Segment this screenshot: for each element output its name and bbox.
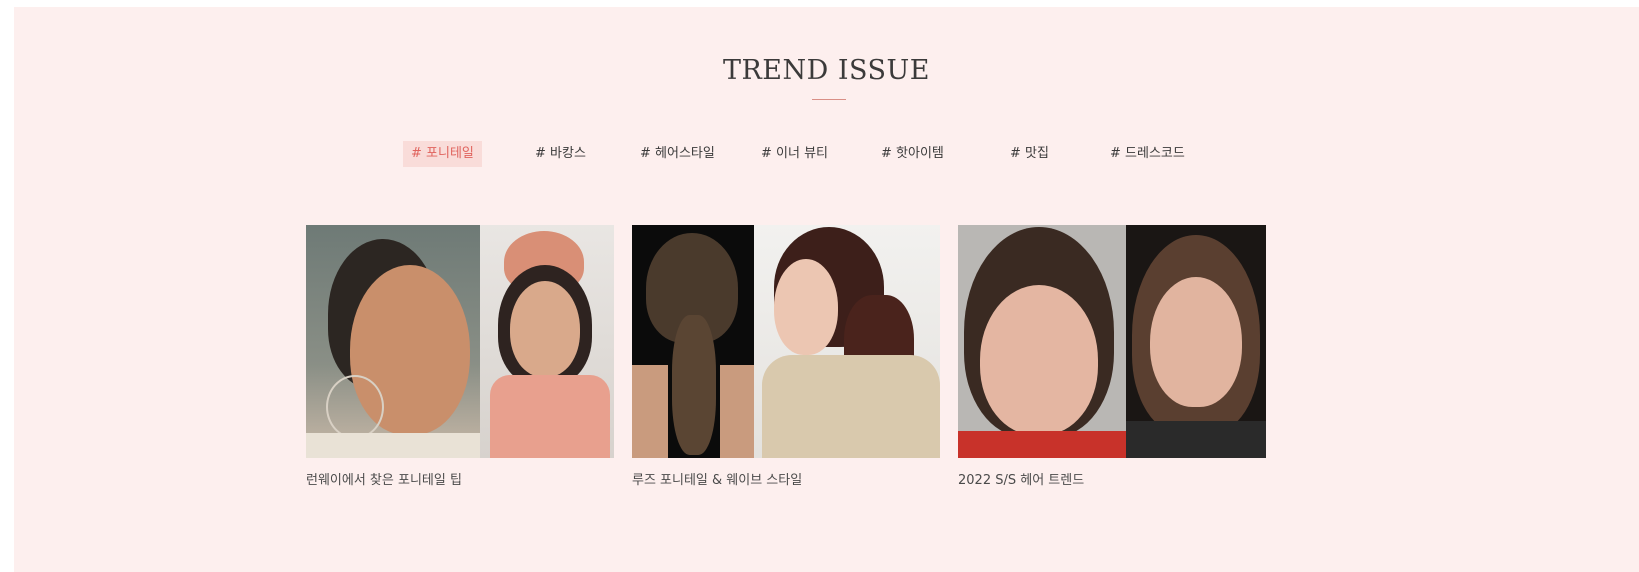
card-image[interactable] — [632, 225, 940, 458]
tab-dress-code[interactable]: # 드레스코드 — [1110, 141, 1185, 167]
ponytail-back-photo — [632, 225, 754, 458]
trend-card[interactable]: 런웨이에서 찾은 포니테일 팁 — [306, 225, 614, 488]
tab-hot-item[interactable]: # 핫아이템 — [881, 141, 944, 167]
wave-style-photo — [754, 225, 940, 458]
trend-card[interactable]: 루즈 포니테일 & 웨이브 스타일 — [632, 225, 940, 488]
card-caption[interactable]: 2022 S/S 헤어 트렌드 — [958, 469, 1266, 488]
title-underline — [812, 99, 846, 100]
tab-vacance[interactable]: # 바캉스 — [535, 141, 586, 167]
hashtag-tab-list: # 포니테일 # 바캉스 # 헤어스타일 # 이너 뷰티 # 핫아이템 # 맛집… — [14, 141, 1639, 167]
runway-photo-right — [480, 225, 614, 458]
section-title: TREND ISSUE — [722, 55, 931, 86]
card-caption[interactable]: 루즈 포니테일 & 웨이브 스타일 — [632, 469, 940, 488]
tab-restaurant[interactable]: # 맛집 — [1010, 141, 1049, 167]
card-caption[interactable]: 런웨이에서 찾은 포니테일 팁 — [306, 469, 614, 488]
center-part-photo — [1126, 225, 1266, 458]
card-image[interactable] — [306, 225, 614, 458]
runway-photo-left — [306, 225, 480, 458]
tab-hairstyle[interactable]: # 헤어스타일 — [640, 141, 715, 167]
tab-ponytail[interactable]: # 포니테일 — [403, 141, 482, 167]
card-image[interactable] — [958, 225, 1266, 458]
sleek-hair-photo — [958, 225, 1126, 458]
trend-card[interactable]: 2022 S/S 헤어 트렌드 — [958, 225, 1266, 488]
tab-inner-beauty[interactable]: # 이너 뷰티 — [761, 141, 828, 167]
